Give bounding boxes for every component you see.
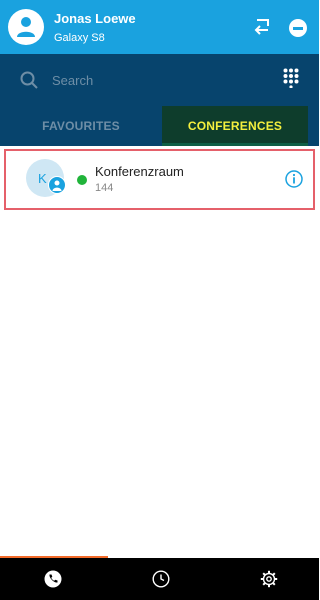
presence-status-dot	[77, 175, 87, 185]
device-name: Galaxy S8	[54, 32, 105, 44]
gear-icon[interactable]	[260, 570, 278, 588]
phone-icon[interactable]	[44, 570, 62, 588]
tab-conferences[interactable]: CONFERENCES	[162, 106, 308, 146]
do-not-disturb-icon[interactable]	[289, 19, 307, 37]
user-name: Jonas Loewe	[54, 11, 136, 26]
search-icon	[20, 71, 38, 89]
tab-bar: FAVOURITES CONFERENCES	[0, 106, 319, 146]
app-header: Jonas Loewe Galaxy S8	[0, 0, 319, 54]
person-badge-icon	[48, 176, 66, 194]
conference-name: Konferenzraum	[95, 164, 184, 179]
transfer-icon[interactable]	[251, 17, 273, 37]
search-input[interactable]	[52, 68, 262, 92]
conference-number: 144	[95, 182, 114, 194]
user-avatar[interactable]	[8, 9, 44, 45]
avatar-initial: K	[38, 171, 47, 186]
tab-favourites[interactable]: FAVOURITES	[0, 106, 162, 146]
person-icon	[17, 17, 35, 37]
info-icon[interactable]	[285, 170, 303, 188]
clock-icon[interactable]	[152, 570, 170, 588]
dialpad-icon[interactable]	[283, 68, 299, 88]
